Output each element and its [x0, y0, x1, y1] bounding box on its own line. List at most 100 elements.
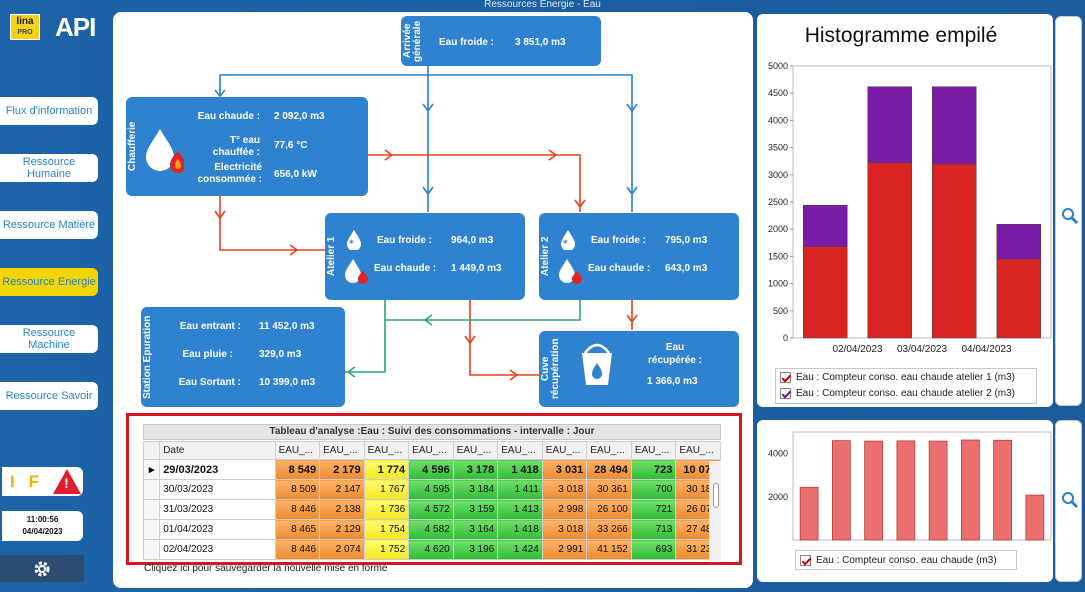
value-cell[interactable]: 4 620: [408, 539, 454, 560]
value-cell[interactable]: 2 991: [541, 539, 588, 560]
bar-segment-2[interactable]: [867, 86, 912, 164]
bar-segment-1[interactable]: [867, 162, 912, 339]
table-row[interactable]: ▸ 29/03/2023 8 549 2 179 1 774 4 596 3 178 1 41…: [142, 459, 721, 480]
column-header[interactable]: EAU_...: [274, 441, 321, 460]
bar[interactable]: [961, 439, 980, 541]
table-row[interactable]: 31/03/2023 8 446 2 138 1 736 4 572 3 159 1 413…: [142, 499, 721, 520]
value-cell[interactable]: 3 018: [541, 519, 588, 540]
value-cell[interactable]: 1 424: [497, 539, 543, 560]
legend-item-atelier-2[interactable]: Eau : Compteur conso. eau chaude atelier…: [776, 385, 1036, 401]
value-cell[interactable]: 1 752: [363, 539, 410, 560]
node-atelier-2[interactable]: Atelier 2 * Eau froide : 795,0 m3 Eau ch…: [539, 213, 739, 300]
analysis-table[interactable]: Date EAU_... EAU_... EAU_... EAU_... EAU_... E…: [142, 441, 721, 560]
zoom-icon[interactable]: [1061, 207, 1079, 225]
table-scrollbar[interactable]: [709, 461, 721, 561]
value-cell[interactable]: 2 998: [541, 499, 588, 520]
column-header[interactable]: EAU_...: [630, 441, 677, 460]
value-cell[interactable]: 723: [630, 459, 677, 480]
bar[interactable]: [993, 439, 1012, 541]
value-cell[interactable]: 33 266: [586, 519, 632, 540]
column-header[interactable]: EAU_...: [452, 441, 499, 460]
date-cell[interactable]: 31/03/2023: [159, 499, 276, 520]
value-cell[interactable]: 2 129: [319, 519, 365, 540]
value-cell[interactable]: 700: [630, 479, 677, 500]
value-cell[interactable]: 3 164: [452, 519, 499, 540]
value-cell[interactable]: 28 494: [586, 459, 632, 480]
value-cell[interactable]: 1 767: [363, 479, 410, 500]
value-cell[interactable]: 721: [630, 499, 677, 520]
value-cell[interactable]: 1 736: [363, 499, 410, 520]
value-cell[interactable]: 8 509: [274, 479, 321, 500]
bar[interactable]: [832, 440, 851, 541]
value-cell[interactable]: 3 178: [452, 459, 499, 480]
bar[interactable]: [799, 486, 819, 541]
column-header-date[interactable]: Date: [159, 441, 276, 460]
value-cell[interactable]: 4 582: [408, 519, 454, 540]
value-cell[interactable]: 2 147: [319, 479, 365, 500]
date-cell[interactable]: 02/04/2023: [159, 539, 276, 560]
date-cell[interactable]: 29/03/2023: [159, 459, 276, 480]
bar-segment-2[interactable]: [996, 224, 1041, 260]
scrollbar-thumb[interactable]: [713, 483, 719, 508]
bar[interactable]: [928, 440, 948, 541]
node-atelier-1[interactable]: Atelier 1 * Eau froide : 964,0 m3 Eau ch…: [325, 213, 525, 300]
column-header[interactable]: EAU_...: [363, 441, 410, 460]
node-arrivee-generale[interactable]: Arrivée générale Eau froide : 3 851,0 m3: [401, 16, 601, 66]
column-header[interactable]: EAU_...: [541, 441, 588, 460]
table-row[interactable]: 30/03/2023 8 509 2 147 1 767 4 595 3 184 1 411…: [142, 479, 721, 500]
column-header[interactable]: EAU_...: [319, 441, 365, 460]
value-cell[interactable]: 4 595: [408, 479, 454, 500]
date-cell[interactable]: 30/03/2023: [159, 479, 276, 500]
column-header[interactable]: EAU_...: [497, 441, 543, 460]
value-cell[interactable]: 8 549: [274, 459, 321, 480]
value-cell[interactable]: 41 152: [586, 539, 632, 560]
column-header[interactable]: EAU_...: [586, 441, 632, 460]
value-cell[interactable]: 3 196: [452, 539, 499, 560]
value-cell[interactable]: 1 418: [497, 519, 543, 540]
node-cuve-recuperation[interactable]: Cuve récupération Eau récupérée : 1 366,…: [539, 331, 739, 407]
value-cell[interactable]: 4 596: [408, 459, 454, 480]
zoom-icon[interactable]: [1061, 491, 1079, 509]
bar[interactable]: [896, 440, 916, 541]
legend-item-eau-chaude[interactable]: Eau : Compteur conso. eau chaude (m3): [796, 551, 1016, 569]
legend-item-atelier-1[interactable]: Eau : Compteur conso. eau chaude atelier…: [776, 369, 1036, 385]
bar-segment-2[interactable]: [932, 86, 977, 165]
legend-checkbox[interactable]: [800, 554, 811, 566]
value-cell[interactable]: 3 018: [541, 479, 588, 500]
value-cell[interactable]: 693: [630, 539, 677, 560]
legend-checkbox[interactable]: [780, 387, 791, 399]
value-cell[interactable]: 8 446: [274, 499, 321, 520]
bar[interactable]: [864, 440, 883, 541]
bar-segment-1[interactable]: [932, 163, 977, 339]
bar-segment-1[interactable]: [803, 246, 848, 339]
value-cell[interactable]: 3 159: [452, 499, 499, 520]
value-cell[interactable]: 2 179: [319, 459, 365, 480]
date-cell[interactable]: 01/04/2023: [159, 519, 276, 540]
value-cell[interactable]: 2 074: [319, 539, 365, 560]
value-cell[interactable]: 713: [630, 519, 677, 540]
value-cell[interactable]: 1 774: [363, 459, 410, 480]
value-cell[interactable]: 1 413: [497, 499, 543, 520]
column-header[interactable]: EAU_...: [675, 441, 721, 460]
value-cell[interactable]: 3 031: [541, 459, 588, 480]
node-chaufferie[interactable]: Chaufferie Eau chaude : 2 092,0 m3 T° ea…: [126, 97, 368, 196]
value-cell[interactable]: 8 446: [274, 539, 321, 560]
bar-segment-1[interactable]: [996, 258, 1041, 339]
value-cell[interactable]: 4 572: [408, 499, 454, 520]
bar[interactable]: [1025, 494, 1045, 541]
value-cell[interactable]: 3 184: [452, 479, 499, 500]
value-cell[interactable]: 1 754: [363, 519, 410, 540]
save-layout-link[interactable]: Cliquez ici pour sauvegarder la nouvelle…: [144, 563, 387, 574]
table-row[interactable]: 02/04/2023 8 446 2 074 1 752 4 620 3 196 1 424…: [142, 539, 721, 560]
value-cell[interactable]: 1 418: [497, 459, 543, 480]
value-cell[interactable]: 8 465: [274, 519, 321, 540]
value-cell[interactable]: 1 411: [497, 479, 543, 500]
value-cell[interactable]: 30 361: [586, 479, 632, 500]
value-cell[interactable]: 26 100: [586, 499, 632, 520]
bar-segment-2[interactable]: [803, 205, 848, 247]
table-row[interactable]: 01/04/2023 8 465 2 129 1 754 4 582 3 164 1 418…: [142, 519, 721, 540]
node-station-epuration[interactable]: Station Epuration Eau entrant : 11 452,0…: [141, 307, 345, 407]
legend-checkbox[interactable]: [780, 371, 791, 383]
value-cell[interactable]: 2 138: [319, 499, 365, 520]
column-header[interactable]: EAU_...: [408, 441, 454, 460]
